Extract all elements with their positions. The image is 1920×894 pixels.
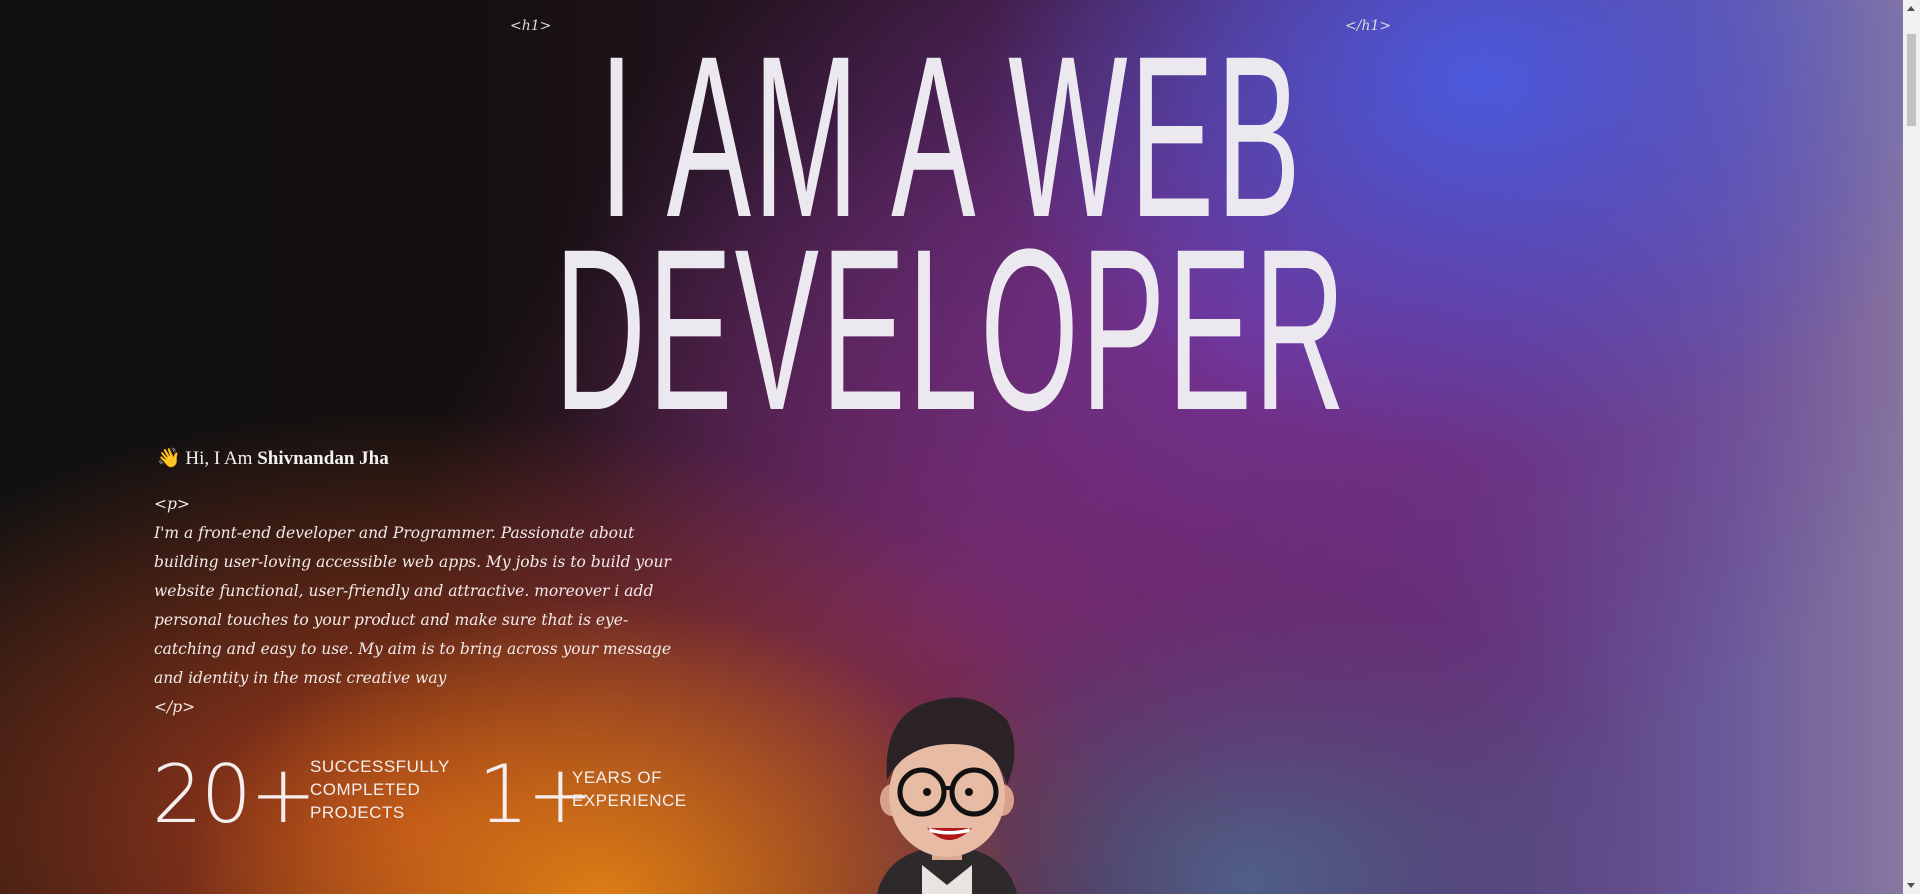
experience-label: YEARS OF EXPERIENCE [572, 768, 687, 810]
title-text: DEVELOPER [554, 201, 1348, 458]
hero-title-line2: DEVELOPER [0, 215, 1902, 445]
projects-count: 20+ [152, 748, 317, 841]
p-close-tag: </p> [154, 698, 196, 716]
greeting: 👋 Hi, I Am Shivnandan Jha [157, 446, 389, 470]
scroll-up-arrow-icon[interactable] [1907, 6, 1915, 11]
greeting-text: Hi, I Am [185, 448, 253, 469]
projects-label: SUCCESSFULLY COMPLETED PROJECTS [310, 757, 450, 822]
wave-icon: 👋 [157, 448, 181, 469]
name: Shivnandan Jha [257, 448, 389, 469]
about-paragraph: <p> I'm a front-end developer and Progra… [154, 490, 684, 722]
p-open-tag: <p> [154, 495, 190, 513]
scrollbar[interactable] [1903, 0, 1920, 894]
scrollbar-thumb[interactable] [1907, 34, 1916, 126]
avatar [877, 697, 1017, 894]
about-text: I'm a front-end developer and Programmer… [154, 524, 672, 687]
scroll-down-arrow-icon[interactable] [1907, 883, 1915, 888]
